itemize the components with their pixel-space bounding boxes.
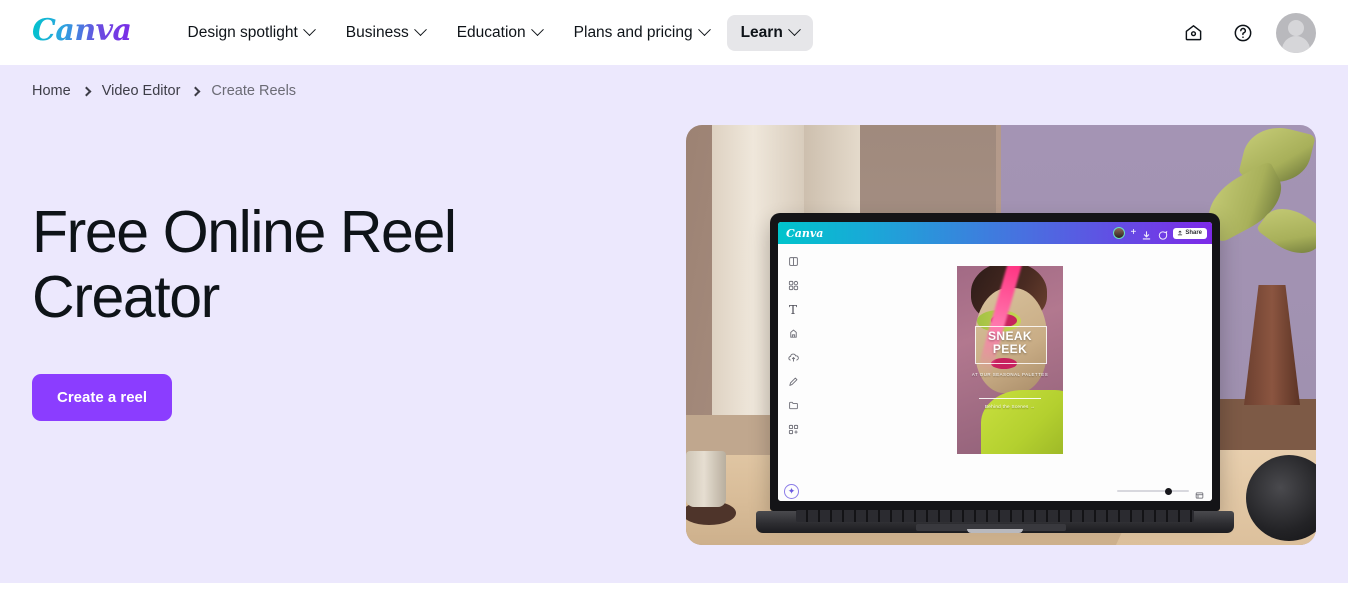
- model-shirt: [981, 390, 1063, 454]
- hero-image: Canva + Share T SNEAK PEEK AT OUR SEASON…: [686, 125, 1316, 545]
- zoom-controls: [1117, 487, 1204, 498]
- laptop: Canva + Share T SNEAK PEEK AT OUR SEASON…: [756, 213, 1234, 533]
- editor-share-button: Share: [1173, 227, 1207, 239]
- magic-studio-icon: ✦: [784, 483, 799, 499]
- nav-item-business[interactable]: Business: [332, 15, 439, 51]
- top-navigation-bar: Canva Design spotlight Business Educatio…: [0, 0, 1348, 65]
- design-footer-text: Behind the Scenes →: [984, 404, 1036, 409]
- editor-body: T SNEAK PEEK AT OUR SEASONAL PALETTES Be…: [778, 244, 1212, 481]
- editor-canvas: SNEAK PEEK AT OUR SEASONAL PALETTES Behi…: [808, 244, 1212, 481]
- zoom-slider: [1117, 487, 1189, 495]
- laptop-lid: Canva + Share T SNEAK PEEK AT OUR SEASON…: [770, 213, 1220, 511]
- nav-item-label: Education: [456, 23, 526, 41]
- share-icon: [1178, 230, 1183, 236]
- chevron-right-icon: [190, 86, 201, 96]
- chevron-down-icon: [787, 23, 801, 37]
- hero-body: Free Online Reel Creator Create a reel C…: [32, 125, 1316, 545]
- canva-logo[interactable]: Canva: [32, 15, 132, 50]
- chevron-down-icon: [302, 23, 316, 37]
- nav-item-plans-and-pricing[interactable]: Plans and pricing: [560, 15, 723, 51]
- elements-icon: [788, 280, 799, 291]
- laptop-base: [756, 510, 1234, 533]
- chevron-down-icon: [413, 23, 427, 37]
- nav-item-label: Design spotlight: [187, 23, 298, 41]
- ceramic-cup: [686, 451, 726, 507]
- hero-scene-illustration: Canva + Share T SNEAK PEEK AT OUR SEASON…: [686, 125, 1316, 545]
- projects-icon: [788, 400, 799, 411]
- chevron-down-icon: [530, 23, 544, 37]
- reel-design-preview: SNEAK PEEK AT OUR SEASONAL PALETTES Behi…: [957, 266, 1063, 454]
- design-icon: [788, 256, 799, 267]
- editor-top-bar: Canva + Share: [778, 222, 1212, 244]
- editor-share-label: Share: [1185, 230, 1202, 236]
- nav-item-design-spotlight[interactable]: Design spotlight: [174, 15, 328, 51]
- comment-icon: [1157, 228, 1168, 240]
- create-a-reel-button[interactable]: Create a reel: [32, 373, 173, 421]
- download-icon: [1141, 228, 1152, 239]
- main-nav-links: Design spotlight Business Education Plan…: [174, 14, 813, 51]
- hero-section: Home Video Editor Create Reels Free Onli…: [0, 65, 1348, 583]
- design-headline-line1: SNEAK: [987, 329, 1032, 343]
- text-icon: T: [788, 302, 797, 317]
- draw-icon: [788, 376, 799, 387]
- nav-item-label: Learn: [740, 23, 783, 41]
- breadcrumb: Home Video Editor Create Reels: [32, 65, 1316, 99]
- nav-item-learn[interactable]: Learn: [726, 14, 813, 51]
- design-headline: SNEAK PEEK: [957, 330, 1063, 356]
- laptop-notch: [967, 529, 1023, 533]
- nav-item-label: Plans and pricing: [573, 23, 693, 41]
- apps-icon: [788, 424, 799, 435]
- hero-text-column: Free Online Reel Creator Create a reel: [32, 125, 664, 421]
- avatar[interactable]: [1276, 12, 1316, 53]
- design-subtitle: AT OUR SEASONAL PALETTES: [971, 372, 1049, 377]
- uploads-icon: [787, 352, 799, 363]
- editor-bottom-bar: ✦: [778, 481, 1212, 501]
- home-icon[interactable]: [1176, 16, 1210, 50]
- zoom-slider-handle: [1165, 487, 1172, 495]
- laptop-screen: Canva + Share T SNEAK PEEK AT OUR SEASON…: [778, 222, 1212, 501]
- design-headline-line2: PEEK: [992, 341, 1028, 356]
- breadcrumb-item-home[interactable]: Home: [32, 83, 71, 99]
- pages-icon: [1195, 487, 1204, 498]
- brand-icon: [788, 328, 799, 339]
- design-divider: [979, 398, 1041, 399]
- editor-canva-logo: Canva: [786, 226, 824, 240]
- laptop-keyboard: [796, 510, 1194, 522]
- chevron-right-icon: [81, 86, 92, 96]
- breadcrumb-item-video-editor[interactable]: Video Editor: [102, 83, 181, 99]
- nav-item-label: Business: [345, 23, 409, 41]
- nav-item-education[interactable]: Education: [443, 15, 556, 51]
- chevron-down-icon: [697, 23, 711, 37]
- editor-collaborator-avatar: [1113, 227, 1126, 239]
- breadcrumb-item-create-reels: Create Reels: [211, 83, 297, 99]
- editor-side-rail: T: [778, 244, 808, 481]
- help-icon[interactable]: [1226, 16, 1260, 50]
- nav-right-actions: [1176, 12, 1316, 53]
- editor-top-bar-actions: + Share: [1113, 227, 1207, 240]
- page-title: Free Online Reel Creator: [32, 199, 457, 330]
- add-collaborator-icon: +: [1130, 227, 1137, 238]
